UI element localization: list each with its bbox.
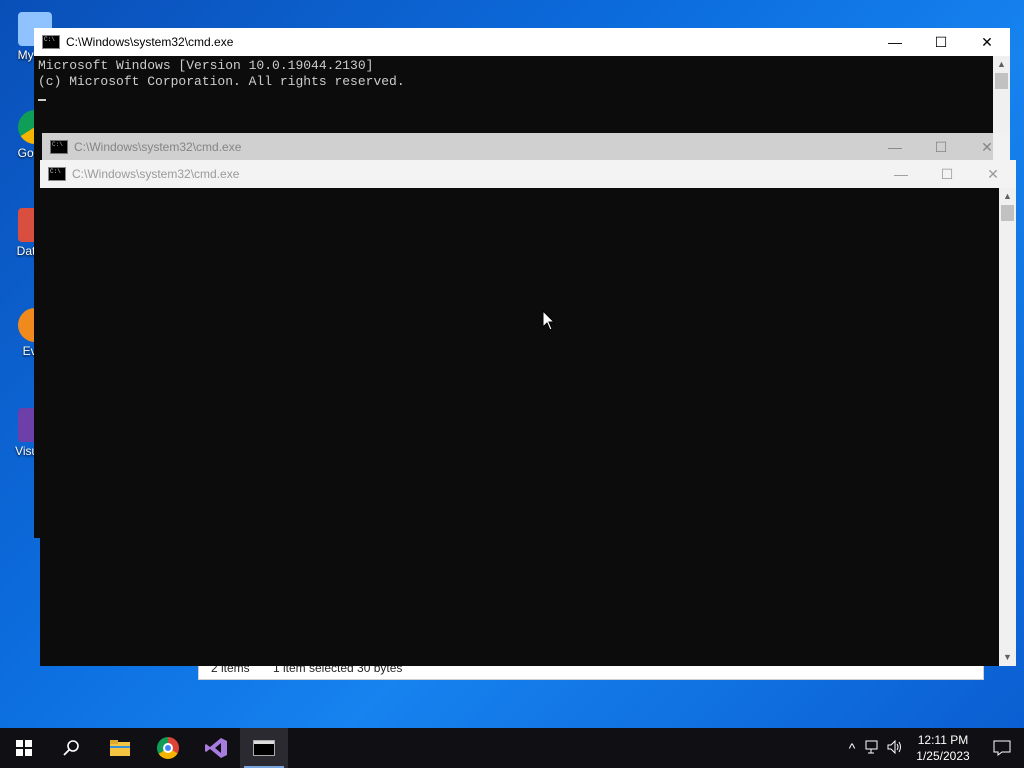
start-button[interactable] bbox=[0, 728, 48, 768]
taskbar: ^ 12:11 PM 1/25/2023 bbox=[0, 728, 1024, 768]
scroll-up-arrow-icon[interactable]: ▲ bbox=[993, 56, 1010, 73]
notification-icon bbox=[993, 740, 1011, 756]
cmd-window-second[interactable]: C:\Windows\system32\cmd.exe — ☐ ✕ bbox=[42, 133, 1010, 161]
mouse-pointer-icon bbox=[542, 310, 556, 331]
taskbar-search-button[interactable] bbox=[48, 728, 96, 768]
cmd-icon bbox=[50, 140, 68, 154]
minimize-button[interactable]: — bbox=[878, 160, 924, 188]
window-title: C:\Windows\system32\cmd.exe bbox=[74, 140, 242, 154]
minimize-button[interactable]: — bbox=[872, 28, 918, 56]
maximize-button[interactable]: ☐ bbox=[918, 133, 964, 161]
search-icon bbox=[63, 740, 79, 756]
scroll-up-arrow-icon[interactable]: ▲ bbox=[999, 188, 1016, 205]
taskbar-visual-studio[interactable] bbox=[192, 728, 240, 768]
action-center-button[interactable] bbox=[980, 728, 1024, 768]
window-title: C:\Windows\system32\cmd.exe bbox=[72, 167, 240, 181]
close-button[interactable]: ✕ bbox=[964, 28, 1010, 56]
volume-icon[interactable] bbox=[884, 739, 906, 757]
text-cursor bbox=[38, 90, 993, 106]
close-button[interactable]: ✕ bbox=[964, 133, 1010, 161]
clock-time: 12:11 PM bbox=[917, 733, 969, 747]
taskbar-cmd[interactable] bbox=[240, 728, 288, 768]
file-explorer-icon bbox=[110, 740, 130, 756]
cmd-icon bbox=[42, 35, 60, 49]
taskbar-file-explorer[interactable] bbox=[96, 728, 144, 768]
maximize-button[interactable]: ☐ bbox=[918, 28, 964, 56]
chrome-icon bbox=[157, 737, 179, 759]
cmd-icon bbox=[48, 167, 66, 181]
visual-studio-icon bbox=[205, 738, 227, 758]
cmd-window-front[interactable]: C:\Windows\system32\cmd.exe — ☐ ✕ ▲ ▼ bbox=[40, 160, 1016, 666]
maximize-button[interactable]: ☐ bbox=[924, 160, 970, 188]
minimize-button[interactable]: — bbox=[872, 133, 918, 161]
cmd-icon bbox=[253, 740, 275, 756]
clock[interactable]: 12:11 PM 1/25/2023 bbox=[906, 732, 980, 764]
scroll-thumb[interactable] bbox=[1001, 205, 1014, 221]
titlebar[interactable]: C:\Windows\system32\cmd.exe — ☐ ✕ bbox=[40, 160, 1016, 188]
window-title: C:\Windows\system32\cmd.exe bbox=[66, 35, 234, 49]
vertical-scrollbar[interactable]: ▲ ▼ bbox=[999, 188, 1016, 666]
close-button[interactable]: ✕ bbox=[970, 160, 1016, 188]
titlebar[interactable]: C:\Windows\system32\cmd.exe — ☐ ✕ bbox=[42, 133, 1010, 161]
windows-logo-icon bbox=[16, 740, 32, 756]
scroll-thumb[interactable] bbox=[995, 73, 1008, 89]
clock-date: 1/25/2023 bbox=[916, 749, 970, 763]
scroll-down-arrow-icon[interactable]: ▼ bbox=[999, 649, 1016, 666]
console-output[interactable] bbox=[40, 188, 999, 666]
show-hidden-icons-button[interactable]: ^ bbox=[842, 740, 862, 756]
taskbar-chrome[interactable] bbox=[144, 728, 192, 768]
console-line: Microsoft Windows [Version 10.0.19044.21… bbox=[38, 58, 374, 73]
console-line: (c) Microsoft Corporation. All rights re… bbox=[38, 74, 405, 89]
network-icon[interactable] bbox=[862, 740, 884, 757]
system-tray: ^ 12:11 PM 1/25/2023 bbox=[842, 728, 1024, 768]
titlebar[interactable]: C:\Windows\system32\cmd.exe — ☐ ✕ bbox=[34, 28, 1010, 56]
